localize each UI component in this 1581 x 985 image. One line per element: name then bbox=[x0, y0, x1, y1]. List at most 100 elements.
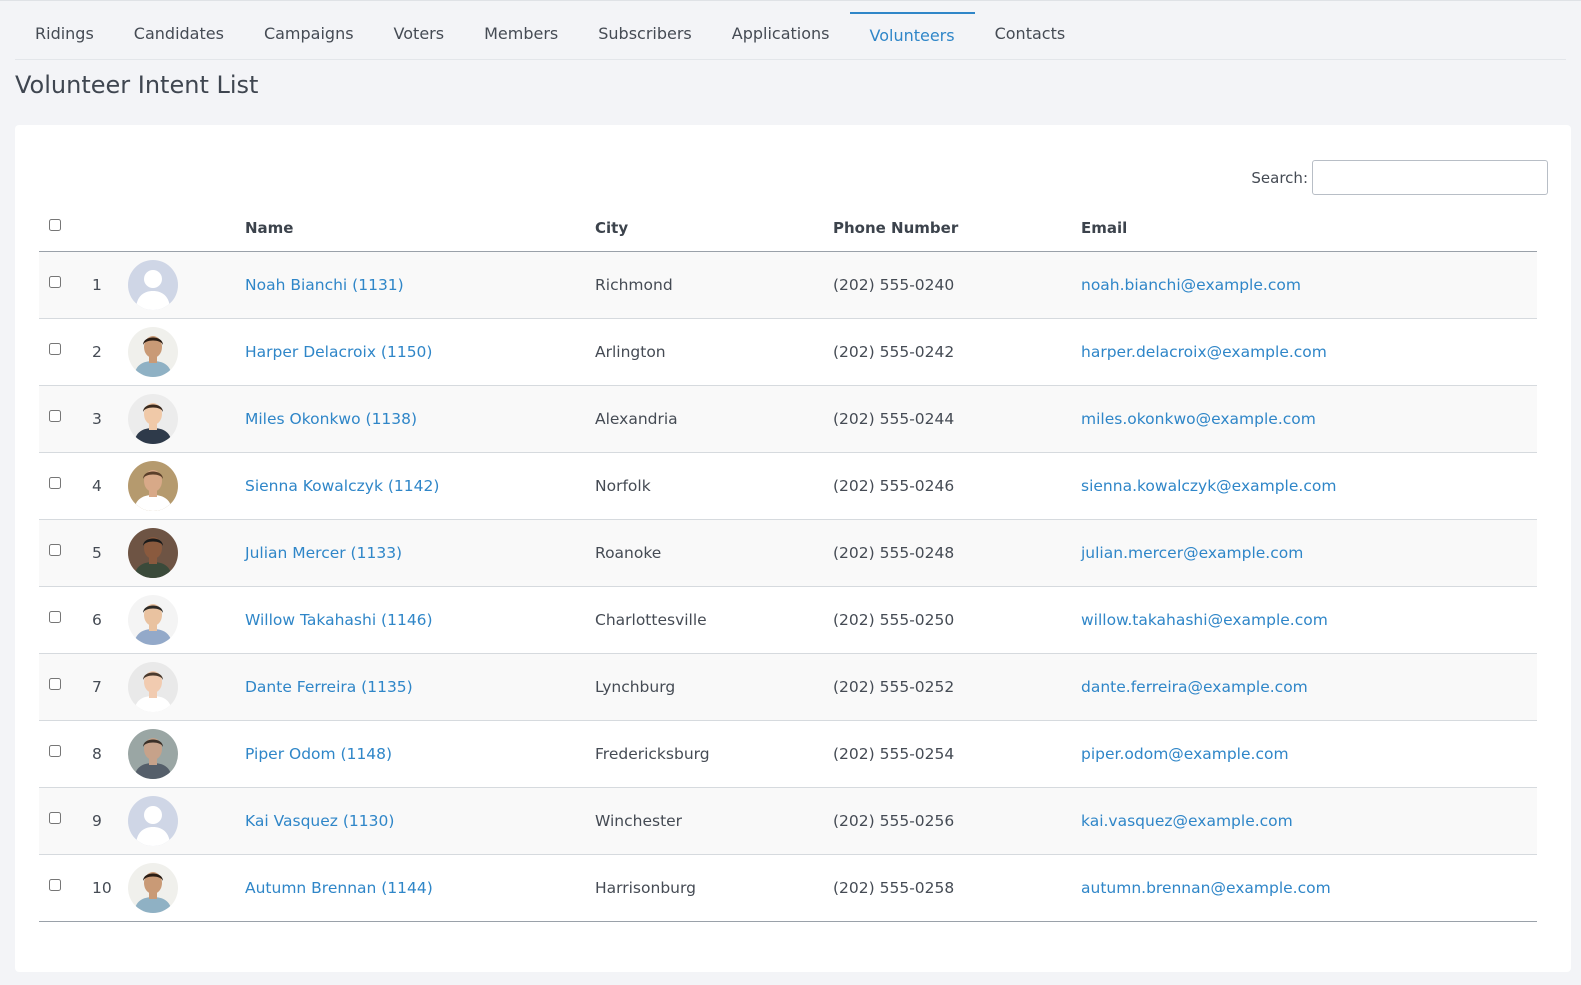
email-link[interactable]: julian.mercer@example.com bbox=[1081, 544, 1303, 562]
email-link[interactable]: sienna.kowalczyk@example.com bbox=[1081, 477, 1336, 495]
table-row[interactable]: 2 Harper Delacroix (1150) Arlington (202) 5… bbox=[39, 318, 1537, 386]
table-row[interactable]: 1 Noah Bianchi (1131) Richmond (202) 555-02… bbox=[39, 251, 1537, 319]
volunteer-name-link[interactable]: Noah Bianchi (1131) bbox=[245, 276, 404, 294]
email-cell: sienna.kowalczyk@example.com bbox=[1081, 452, 1537, 520]
city-cell: Winchester bbox=[595, 787, 833, 855]
volunteer-name-link[interactable]: Kai Vasquez (1130) bbox=[245, 812, 394, 830]
volunteer-name-link[interactable]: Julian Mercer (1133) bbox=[245, 544, 402, 562]
name-cell: Dante Ferreira (1135) bbox=[245, 653, 595, 721]
email-cell: harper.delacroix@example.com bbox=[1081, 318, 1537, 386]
search-box: Search: bbox=[1251, 160, 1548, 195]
tab-members[interactable]: Members bbox=[464, 0, 578, 59]
row-checkbox[interactable] bbox=[49, 744, 61, 757]
row-number: 10 bbox=[92, 854, 128, 922]
row-select-cell bbox=[39, 787, 92, 855]
volunteer-name-link[interactable]: Piper Odom (1148) bbox=[245, 745, 392, 763]
avatar-cell bbox=[128, 251, 245, 319]
row-checkbox[interactable] bbox=[49, 610, 61, 623]
avatar bbox=[128, 393, 178, 444]
tab-subscribers[interactable]: Subscribers bbox=[578, 0, 712, 59]
row-number: 4 bbox=[92, 452, 128, 520]
tab-label: Ridings bbox=[35, 24, 94, 43]
tab-applications[interactable]: Applications bbox=[712, 0, 850, 59]
table-row[interactable]: 6 Willow Takahashi (1146) Charlottesville(… bbox=[39, 586, 1537, 654]
email-link[interactable]: piper.odom@example.com bbox=[1081, 745, 1289, 763]
email-link[interactable]: willow.takahashi@example.com bbox=[1081, 611, 1328, 629]
select-all-checkbox[interactable] bbox=[49, 219, 61, 231]
row-number: 2 bbox=[92, 318, 128, 386]
phone-cell: (202) 555-0256 bbox=[833, 787, 1081, 855]
table-row[interactable]: 5 Julian Mercer (1133) Roanoke (202) 555-02… bbox=[39, 519, 1537, 587]
row-number-header bbox=[92, 210, 128, 252]
tab-contacts[interactable]: Contacts bbox=[975, 0, 1086, 59]
table-row[interactable]: 8 Piper Odom (1148) Fredericksburg (202) 55… bbox=[39, 720, 1537, 788]
row-select-cell bbox=[39, 653, 92, 721]
volunteer-name-link[interactable]: Harper Delacroix (1150) bbox=[245, 343, 432, 361]
name-cell: Willow Takahashi (1146) bbox=[245, 586, 595, 654]
main-nav-tabs: Ridings Candidates Campaigns Voters Members S… bbox=[15, 0, 1566, 60]
email-cell: willow.takahashi@example.com bbox=[1081, 586, 1537, 654]
email-column-header[interactable]: Email bbox=[1081, 210, 1537, 252]
volunteer-name-link[interactable]: Sienna Kowalczyk (1142) bbox=[245, 477, 439, 495]
email-link[interactable]: miles.okonkwo@example.com bbox=[1081, 410, 1316, 428]
tab-ridings[interactable]: Ridings bbox=[15, 0, 114, 59]
avatar-cell bbox=[128, 452, 245, 520]
table-row[interactable]: 10 Autumn Brennan (1144) Harrisonburg (202)… bbox=[39, 854, 1537, 922]
name-cell: Piper Odom (1148) bbox=[245, 720, 595, 788]
email-link[interactable]: autumn.brennan@example.com bbox=[1081, 879, 1331, 897]
row-number: 8 bbox=[92, 720, 128, 788]
row-select-cell bbox=[39, 318, 92, 386]
volunteer-name-link[interactable]: Miles Okonkwo (1138) bbox=[245, 410, 417, 428]
city-cell: Charlottesville bbox=[595, 586, 833, 654]
row-checkbox[interactable] bbox=[49, 677, 61, 690]
table-row[interactable]: 7 Dante Ferreira (1135) Lynchburg (202) 555… bbox=[39, 653, 1537, 721]
select-all-cell bbox=[39, 210, 92, 252]
row-number: 9 bbox=[92, 787, 128, 855]
search-input[interactable] bbox=[1312, 160, 1548, 195]
table-row[interactable]: 9 Kai Vasquez (1130) Winchester (202) 555-0… bbox=[39, 787, 1537, 855]
row-number: 1 bbox=[92, 251, 128, 319]
row-checkbox[interactable] bbox=[49, 275, 61, 288]
email-link[interactable]: kai.vasquez@example.com bbox=[1081, 812, 1293, 830]
avatar-cell bbox=[128, 653, 245, 721]
phone-cell: (202) 555-0258 bbox=[833, 854, 1081, 922]
table-row[interactable]: 3 Miles Okonkwo (1138) Alexandria (202) 555… bbox=[39, 385, 1537, 453]
city-column-header[interactable]: City bbox=[595, 210, 833, 252]
row-checkbox[interactable] bbox=[49, 476, 61, 489]
email-cell: miles.okonkwo@example.com bbox=[1081, 385, 1537, 453]
avatar-cell bbox=[128, 318, 245, 386]
name-column-header[interactable]: Name bbox=[245, 210, 595, 252]
tab-voters[interactable]: Voters bbox=[374, 0, 465, 59]
city-cell: Lynchburg bbox=[595, 653, 833, 721]
tab-candidates[interactable]: Candidates bbox=[114, 0, 244, 59]
email-link[interactable]: harper.delacroix@example.com bbox=[1081, 343, 1327, 361]
row-checkbox[interactable] bbox=[49, 878, 61, 891]
row-checkbox[interactable] bbox=[49, 409, 61, 422]
avatar bbox=[128, 460, 178, 511]
table-row[interactable]: 4 Sienna Kowalczyk (1142) Norfolk (202) 555… bbox=[39, 452, 1537, 520]
tab-volunteers[interactable]: Volunteers bbox=[849, 12, 975, 60]
name-cell: Julian Mercer (1133) bbox=[245, 519, 595, 587]
phone-column-header[interactable]: Phone Number bbox=[833, 210, 1081, 252]
volunteer-name-link[interactable]: Autumn Brennan (1144) bbox=[245, 879, 433, 897]
tab-label: Subscribers bbox=[598, 24, 692, 43]
name-cell: Miles Okonkwo (1138) bbox=[245, 385, 595, 453]
row-checkbox[interactable] bbox=[49, 811, 61, 824]
avatar-header bbox=[128, 210, 245, 252]
email-link[interactable]: noah.bianchi@example.com bbox=[1081, 276, 1301, 294]
avatar bbox=[128, 527, 178, 578]
volunteer-table: Name City Phone Number Email 1 Noah Bianc… bbox=[39, 210, 1537, 922]
city-cell: Richmond bbox=[595, 251, 833, 319]
email-cell: kai.vasquez@example.com bbox=[1081, 787, 1537, 855]
volunteer-name-link[interactable]: Willow Takahashi (1146) bbox=[245, 611, 433, 629]
tab-campaigns[interactable]: Campaigns bbox=[244, 0, 374, 59]
tab-label: Applications bbox=[731, 24, 830, 43]
email-link[interactable]: dante.ferreira@example.com bbox=[1081, 678, 1308, 696]
email-cell: dante.ferreira@example.com bbox=[1081, 653, 1537, 721]
volunteer-name-link[interactable]: Dante Ferreira (1135) bbox=[245, 678, 413, 696]
row-checkbox[interactable] bbox=[49, 342, 61, 355]
search-label: Search: bbox=[1251, 168, 1308, 187]
phone-cell: (202) 555-0246 bbox=[833, 452, 1081, 520]
row-checkbox[interactable] bbox=[49, 543, 61, 556]
phone-cell: (202) 555-0242 bbox=[833, 318, 1081, 386]
